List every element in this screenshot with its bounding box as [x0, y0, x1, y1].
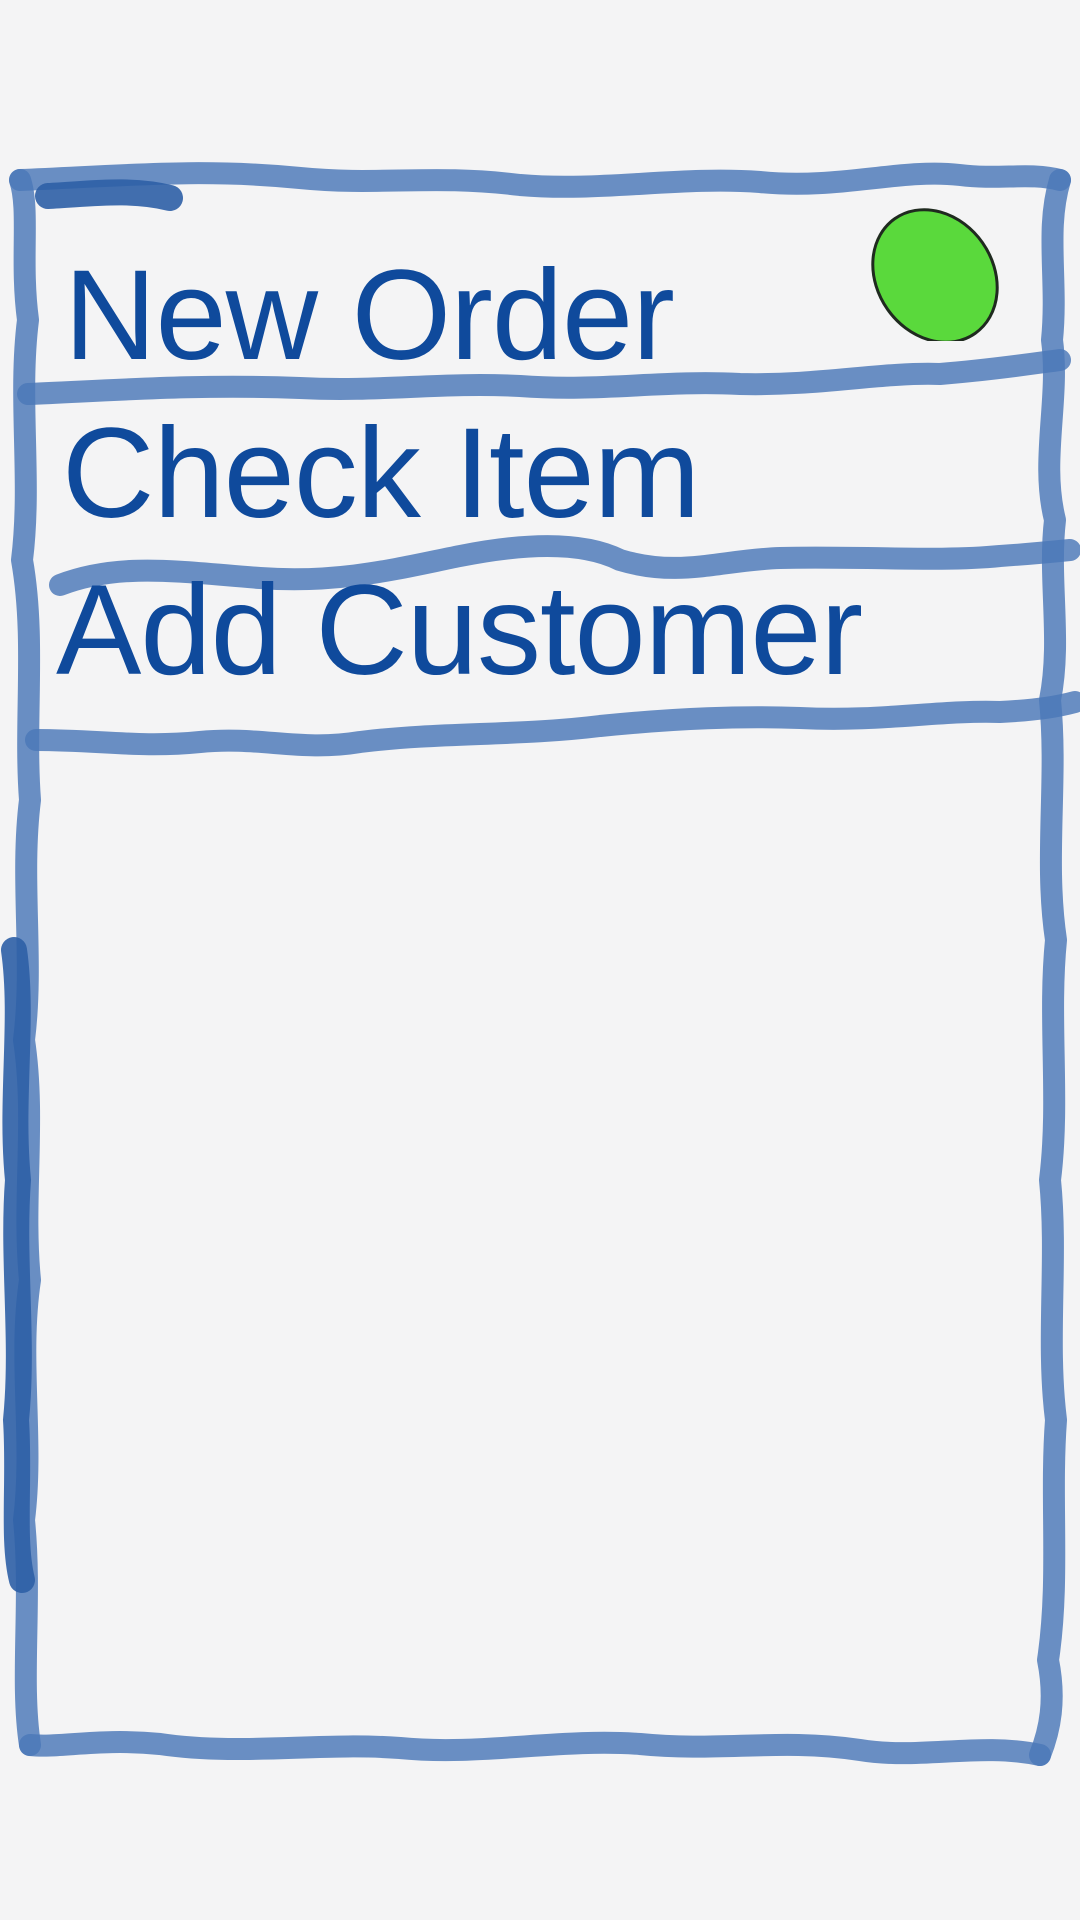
accent-stroke-top [35, 179, 183, 211]
menu-item-new-order[interactable]: New Order [64, 252, 675, 380]
status-dot-icon [871, 208, 999, 341]
accent-stroke-left [1, 937, 35, 1593]
frame-top-border [9, 162, 1071, 198]
sketch-canvas: New Order Check Item Add Customer [0, 0, 1080, 1920]
menu-item-check-item[interactable]: Check Item [62, 410, 700, 538]
menu-item-add-customer[interactable]: Add Customer [56, 567, 863, 695]
divider-3 [25, 691, 1080, 757]
frame-right-border [1029, 169, 1071, 1766]
frame-bottom-border [19, 1731, 1051, 1766]
